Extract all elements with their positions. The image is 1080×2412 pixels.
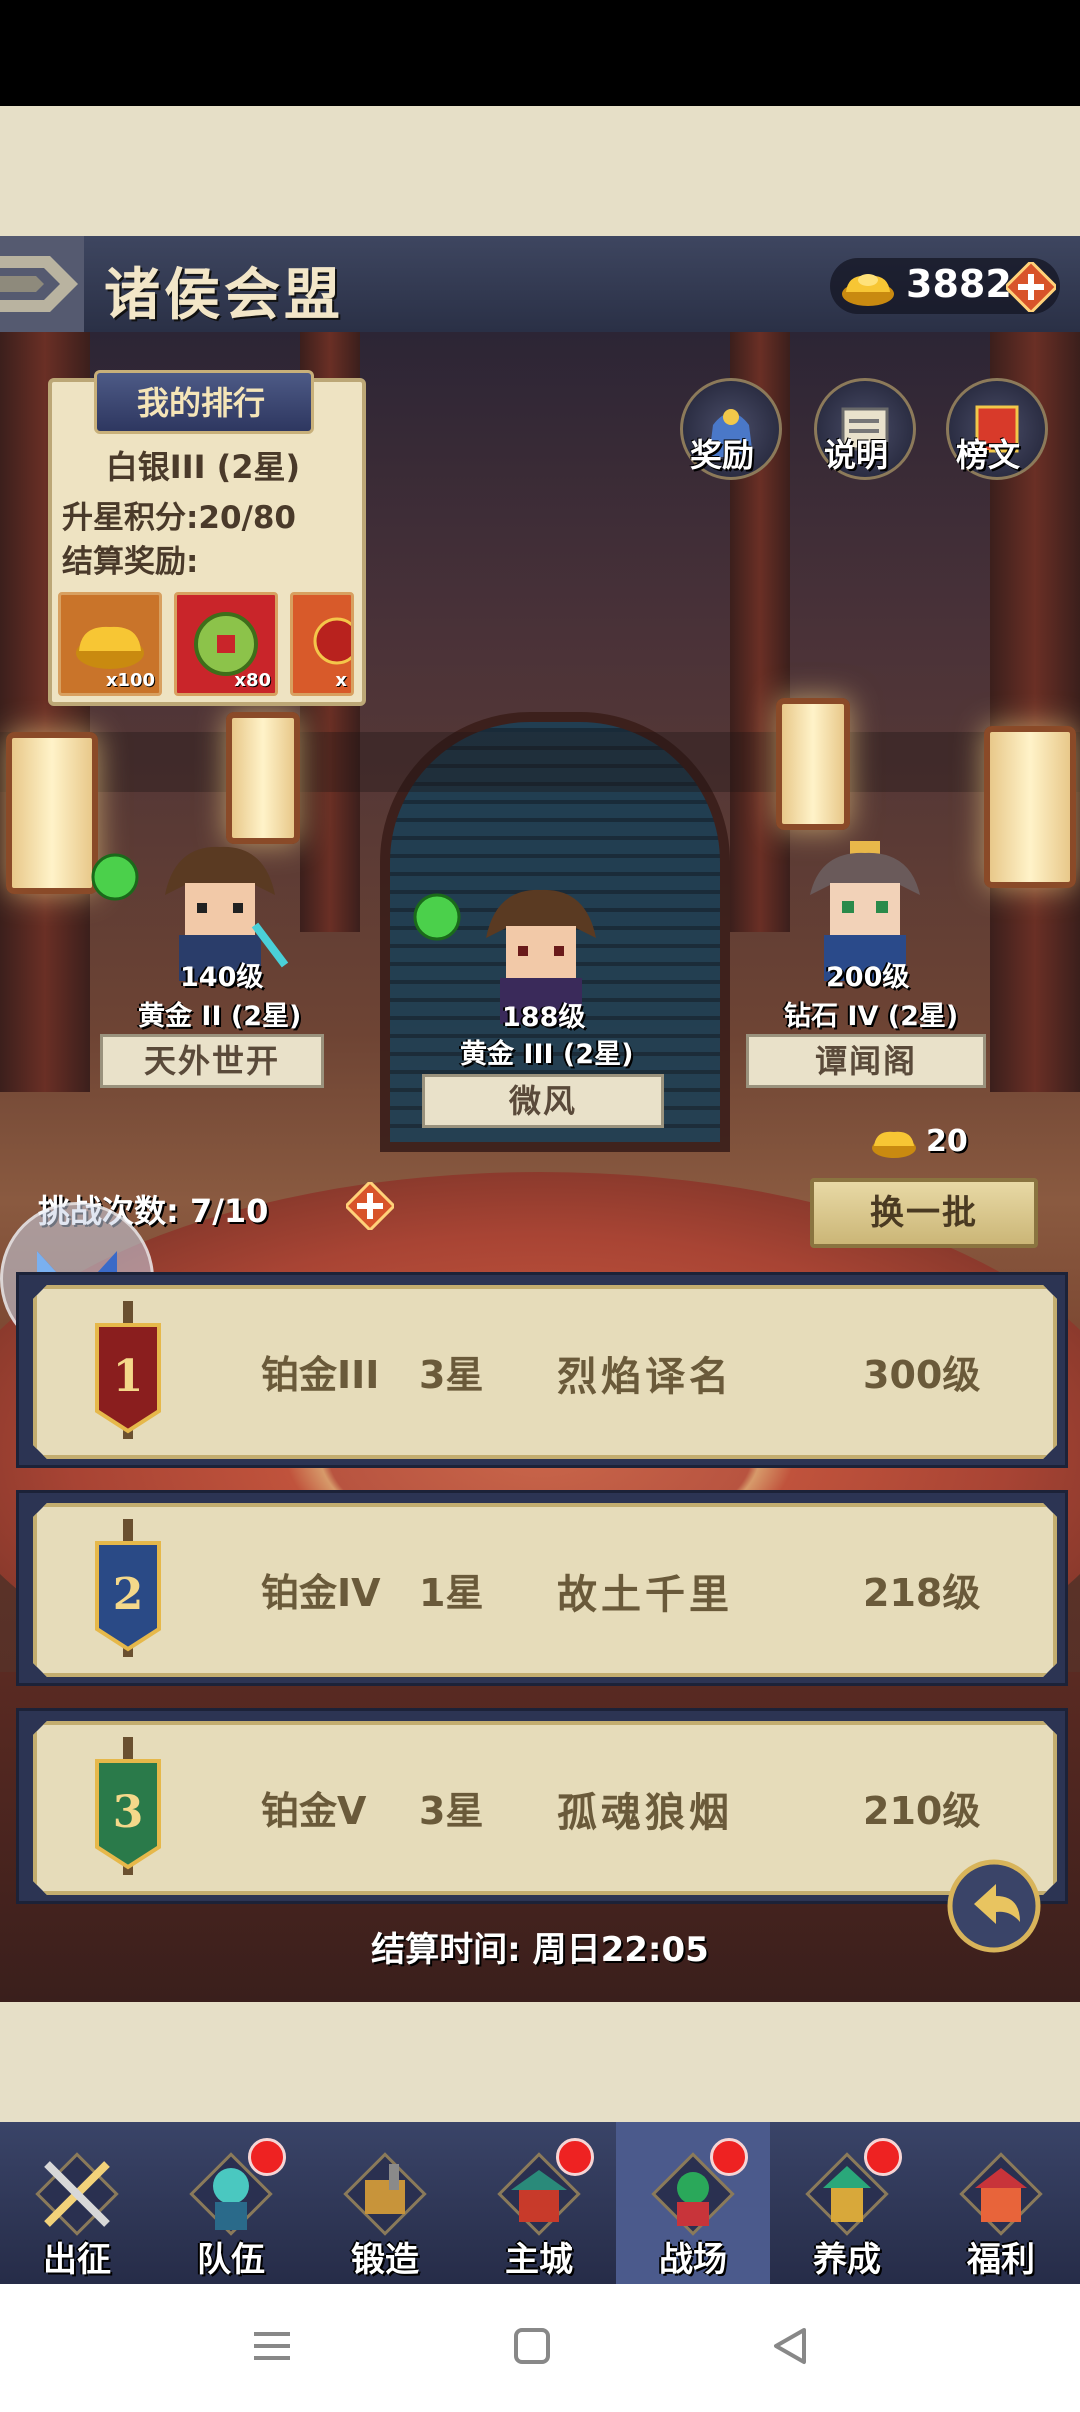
notification-badge <box>248 2138 286 2176</box>
rank-1-banner-icon: 1 <box>83 1301 173 1439</box>
row-tier: 铂金IV <box>261 1571 381 1615</box>
orb-icon <box>91 853 139 901</box>
svg-text:2: 2 <box>113 1569 144 1620</box>
nav-label: 战场 <box>659 2240 727 2280</box>
row-name: 孤魂狼烟 <box>557 1790 733 1836</box>
opponent-level: 200级 <box>826 962 910 993</box>
refresh-cost: 20 <box>926 1124 968 1159</box>
leaderboard-row[interactable]: 1 铂金III 3星 烈焰译名 300级 <box>16 1272 1068 1468</box>
rank-3-banner-icon: 3 <box>83 1737 173 1875</box>
row-stars: 1星 <box>419 1571 484 1615</box>
page-title: 诸侯会盟 <box>104 263 344 328</box>
title-emblem-icon <box>0 236 84 332</box>
row-tier: 铂金III <box>261 1353 380 1397</box>
back-icon[interactable] <box>768 2324 812 2368</box>
reward-count: x100 <box>105 670 155 691</box>
gold-amount: 3882 <box>906 262 1012 306</box>
nav-label: 养成 <box>813 2240 881 2280</box>
forge-icon <box>343 2152 427 2236</box>
add-challenge-button[interactable] <box>346 1182 394 1230</box>
home-icon[interactable] <box>510 2324 554 2368</box>
reward-item[interactable]: x <box>290 592 354 696</box>
row-stars: 3星 <box>419 1353 484 1397</box>
opponent-level: 188级 <box>502 1002 586 1033</box>
opponent-name[interactable]: 微风 <box>422 1074 664 1128</box>
opponent-name[interactable]: 天外世开 <box>100 1034 324 1088</box>
my-rank-tier: 白银III (2星) <box>105 448 301 486</box>
row-stars: 3星 <box>419 1789 484 1833</box>
gold-ingot-icon <box>872 1131 916 1158</box>
nav-label: 锻造 <box>351 2240 419 2280</box>
reward-count: x80 <box>234 670 271 691</box>
nav-label: 主城 <box>505 2240 573 2280</box>
add-gold-button[interactable] <box>1006 262 1056 312</box>
nav-team[interactable]: 队伍 <box>154 2122 308 2284</box>
menu-icon[interactable] <box>250 2324 294 2368</box>
my-rank-title: 我的排行 <box>136 384 265 422</box>
status-bar <box>0 0 1080 106</box>
nav-city[interactable]: 主城 <box>462 2122 616 2284</box>
svg-text:3: 3 <box>113 1787 144 1838</box>
settle-time: 结算时间: 周日22:05 <box>371 1930 709 1970</box>
notification-badge <box>710 2138 748 2176</box>
opponent-tier: 黄金 III (2星) <box>460 1039 634 1070</box>
reward-item[interactable]: x80 <box>174 592 278 696</box>
nav-expedition[interactable]: 出征 <box>0 2122 154 2284</box>
row-level: 210级 <box>863 1789 981 1833</box>
top-band <box>0 106 1080 236</box>
refresh-button[interactable]: 换一批 <box>810 1178 1038 1248</box>
reward-label: 奖励 <box>690 436 755 474</box>
row-name: 故土千里 <box>557 1572 733 1618</box>
star-points: 升星积分:20/80 <box>62 500 296 536</box>
nav-welfare[interactable]: 福利 <box>924 2122 1078 2284</box>
nav-label: 队伍 <box>197 2240 265 2280</box>
row-level: 218级 <box>863 1571 981 1615</box>
info-label: 说明 <box>824 436 889 474</box>
opponent-tier: 钻石 IV (2星) <box>784 1001 959 1032</box>
orb-icon <box>413 893 461 941</box>
row-name: 烈焰译名 <box>557 1354 733 1400</box>
reward-count: x <box>335 670 347 691</box>
gift-hall-icon <box>959 2152 1043 2236</box>
gold-ingot-icon <box>842 274 894 306</box>
opponent-tier: 黄金 II (2星) <box>138 1001 302 1032</box>
crossed-swords-icon <box>35 2152 119 2236</box>
system-nav-bar <box>0 2284 1080 2412</box>
notice-label: 榜文 <box>956 436 1021 474</box>
bottom-band <box>0 2002 1080 2122</box>
nav-label: 出征 <box>43 2240 111 2280</box>
row-level: 300级 <box>863 1353 981 1397</box>
nav-forge[interactable]: 锻造 <box>308 2122 462 2284</box>
reward-item[interactable]: x100 <box>58 592 162 696</box>
leaderboard-row[interactable]: 3 铂金Ⅴ 3星 孤魂狼烟 210级 <box>16 1708 1068 1904</box>
settle-reward-label: 结算奖励: <box>62 544 199 580</box>
svg-text:1: 1 <box>113 1351 144 1402</box>
leaderboard-row[interactable]: 2 铂金IV 1星 故土千里 218级 <box>16 1490 1068 1686</box>
row-tier: 铂金Ⅴ <box>261 1789 367 1833</box>
opponent-name[interactable]: 谭闻阁 <box>746 1034 986 1088</box>
notification-badge <box>556 2138 594 2176</box>
notification-badge <box>864 2138 902 2176</box>
nav-cultivate[interactable]: 养成 <box>770 2122 924 2284</box>
opponent-level: 140级 <box>180 962 264 993</box>
rank-2-banner-icon: 2 <box>83 1519 173 1657</box>
nav-battlefield[interactable]: 战场 <box>616 2122 770 2284</box>
nav-label: 福利 <box>967 2240 1035 2280</box>
